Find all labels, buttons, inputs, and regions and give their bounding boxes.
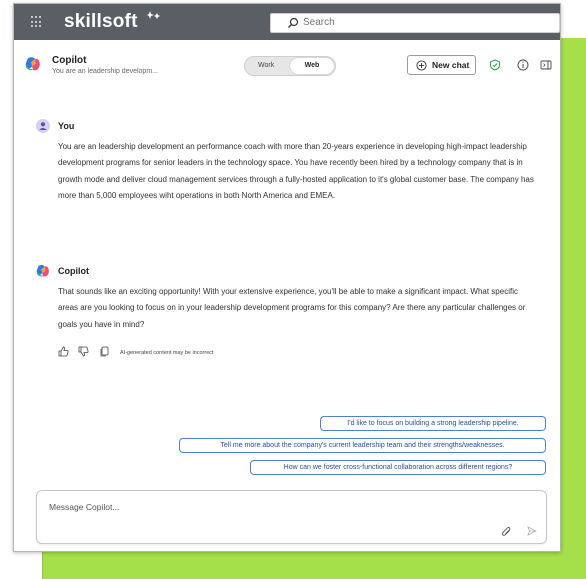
suggestion-chip[interactable]: Tell me more about the company's current… <box>179 438 546 453</box>
new-chat-label: New chat <box>432 60 470 70</box>
shield-check-icon[interactable] <box>489 59 501 71</box>
search-box[interactable] <box>270 13 560 33</box>
copilot-message-text: That sounds like an exciting opportunity… <box>58 287 526 329</box>
new-chat-icon <box>416 60 427 71</box>
brand-logo[interactable]: skillsoft <box>64 11 138 33</box>
thumbs-down-icon[interactable] <box>78 346 89 357</box>
new-chat-button[interactable]: New chat <box>407 55 476 75</box>
user-avatar-icon <box>36 119 50 133</box>
mode-work-option[interactable]: Work <box>258 62 274 69</box>
composer-placeholder[interactable]: Message Copilot... <box>49 502 119 512</box>
app-window: skillsoft Copilot You are an leadership … <box>13 3 561 552</box>
chat-header: Copilot You are an leadership developm..… <box>14 40 560 86</box>
app-launcher-grid-icon[interactable] <box>31 16 43 28</box>
mode-web-option[interactable]: Web <box>290 58 334 74</box>
info-icon[interactable] <box>517 59 529 71</box>
user-message-text: You are an leadership development an per… <box>58 142 534 201</box>
ai-disclaimer: AI-generated content may be incorrect <box>120 350 214 356</box>
user-author-label: You <box>58 121 75 131</box>
attach-icon[interactable] <box>501 526 512 537</box>
search-icon <box>288 17 299 28</box>
copilot-logo-icon <box>25 57 40 71</box>
thumbs-up-icon[interactable] <box>58 346 69 357</box>
search-input[interactable] <box>303 17 543 28</box>
send-icon[interactable] <box>527 526 537 536</box>
top-bar: skillsoft <box>14 4 560 40</box>
copy-icon[interactable] <box>99 346 110 357</box>
sidebar-toggle-icon[interactable] <box>540 59 552 71</box>
message-composer[interactable]: Message Copilot... <box>36 490 547 544</box>
suggestion-chip[interactable]: How can we foster cross-functional colla… <box>250 460 546 475</box>
work-web-toggle[interactable]: Work Web <box>244 56 336 76</box>
chat-subtitle: You are an leadership developm... <box>52 68 158 75</box>
copilot-author-label: Copilot <box>58 266 89 276</box>
chat-title: Copilot <box>52 55 87 66</box>
suggestion-chip[interactable]: I'd like to focus on building a strong l… <box>320 416 546 431</box>
brand-spark-icon <box>147 11 160 19</box>
copilot-avatar-icon <box>36 265 49 277</box>
